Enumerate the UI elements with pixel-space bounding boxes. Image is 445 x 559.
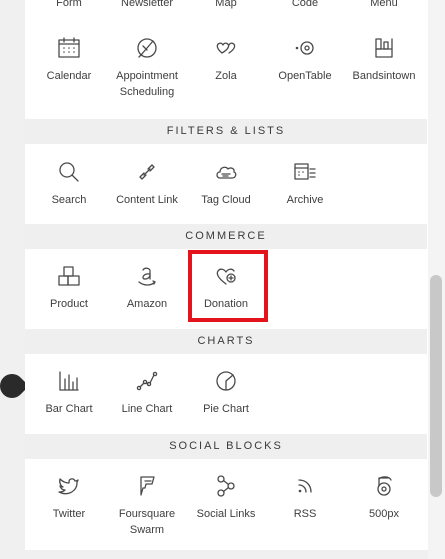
- block-code[interactable]: Code: [266, 0, 344, 10]
- charts-row: Bar Chart Line Chart Pie Chart: [25, 369, 427, 429]
- zola-icon: [214, 36, 238, 60]
- block-bandsintown[interactable]: Bandsintown: [345, 36, 423, 84]
- block-label: Content Link: [116, 194, 178, 206]
- block-label: Search: [51, 194, 87, 206]
- block-label: OpenTable: [278, 70, 332, 82]
- block-label: Zola: [215, 70, 237, 82]
- block-foursquare-swarm[interactable]: Foursquare Swarm: [108, 474, 186, 538]
- section-header-commerce: COMMERCE: [25, 224, 427, 249]
- filters-row: Search Content Link Tag Cloud Archive: [25, 160, 427, 220]
- section-header-charts: CHARTS: [25, 329, 427, 354]
- block-label: Foursquare Swarm: [118, 508, 176, 536]
- line-chart-icon: [135, 369, 159, 393]
- block-label: Bar Chart: [45, 403, 93, 415]
- block-map[interactable]: Map: [187, 0, 265, 10]
- block-picker-panel: Form Newsletter Map Code Menu Calendar A…: [25, 0, 427, 550]
- block-label: 500px: [369, 508, 399, 520]
- block-label: Calendar: [46, 70, 92, 82]
- block-search[interactable]: Search: [30, 160, 108, 208]
- social-links-icon: [214, 474, 238, 498]
- social-row: Twitter Foursquare Swarm Social Links RS…: [25, 474, 427, 550]
- 500px-icon: [372, 474, 396, 498]
- block-label: Twitter: [52, 508, 86, 520]
- block-zola[interactable]: Zola: [187, 36, 265, 84]
- block-label: Social Links: [196, 508, 256, 520]
- link-icon: [135, 160, 159, 184]
- block-content-link[interactable]: Content Link: [108, 160, 186, 208]
- block-rss[interactable]: RSS: [266, 474, 344, 522]
- pie-chart-icon: [214, 369, 238, 393]
- twitter-icon: [57, 474, 81, 498]
- vertical-scrollbar[interactable]: [428, 0, 445, 559]
- product-icon: [57, 264, 81, 288]
- block-product[interactable]: Product: [30, 264, 108, 312]
- block-amazon[interactable]: Amazon: [108, 264, 186, 312]
- block-archive[interactable]: Archive: [266, 160, 344, 208]
- rss-icon: [293, 474, 317, 498]
- block-500px[interactable]: 500px: [345, 474, 423, 522]
- archive-icon: [293, 160, 317, 184]
- block-label: RSS: [293, 508, 317, 520]
- block-appointment-scheduling[interactable]: Appointment Scheduling: [108, 36, 186, 100]
- block-label: Amazon: [126, 298, 168, 310]
- foursquare-icon: [135, 474, 159, 498]
- tag-cloud-icon: [214, 160, 238, 184]
- block-label: Pie Chart: [203, 403, 249, 415]
- block-label: Line Chart: [121, 403, 173, 415]
- cutoff-row: Form Newsletter Map Code Menu: [25, 0, 427, 14]
- left-background: [0, 0, 25, 559]
- scrollbar-thumb[interactable]: [430, 275, 442, 497]
- donation-highlight-box: [188, 250, 268, 322]
- block-opentable[interactable]: OpenTable: [266, 36, 344, 84]
- appointment-icon: [135, 36, 159, 60]
- amazon-icon: [135, 264, 159, 288]
- booking-row: Calendar Appointment Scheduling Zola Ope…: [25, 36, 427, 116]
- block-label: Bandsintown: [352, 70, 416, 82]
- block-form[interactable]: Form: [30, 0, 108, 10]
- block-label: Appointment Scheduling: [116, 70, 178, 98]
- bar-chart-icon: [57, 369, 81, 393]
- block-menu[interactable]: Menu: [345, 0, 423, 10]
- section-header-filters: FILTERS & LISTS: [25, 119, 427, 144]
- block-tag-cloud[interactable]: Tag Cloud: [187, 160, 265, 208]
- calendar-icon: [57, 36, 81, 60]
- block-label: Archive: [286, 194, 324, 206]
- bottom-background: [25, 550, 428, 559]
- block-newsletter[interactable]: Newsletter: [108, 0, 186, 10]
- block-label: Tag Cloud: [201, 194, 251, 206]
- block-bar-chart[interactable]: Bar Chart: [30, 369, 108, 417]
- block-label: Product: [50, 298, 88, 310]
- opentable-icon: [293, 36, 317, 60]
- search-icon: [57, 160, 81, 184]
- block-calendar[interactable]: Calendar: [30, 36, 108, 84]
- block-social-links[interactable]: Social Links: [187, 474, 265, 522]
- section-header-social: SOCIAL BLOCKS: [25, 434, 427, 459]
- block-line-chart[interactable]: Line Chart: [108, 369, 186, 417]
- bandsintown-icon: [372, 36, 396, 60]
- block-twitter[interactable]: Twitter: [30, 474, 108, 522]
- block-pie-chart[interactable]: Pie Chart: [187, 369, 265, 417]
